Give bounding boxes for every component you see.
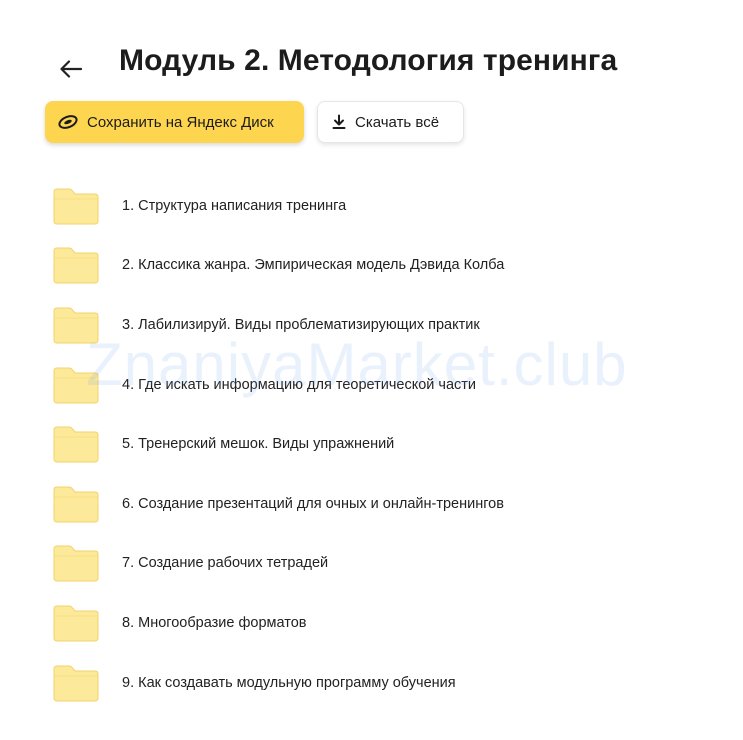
public-folder-page: Модуль 2. Методология тренинга Сохранить… (0, 0, 743, 740)
page-title: Модуль 2. Методология тренинга (119, 44, 618, 77)
folder-icon (53, 426, 99, 463)
folder-label: 3. Лабилизируй. Виды проблематизирующих … (122, 316, 480, 333)
folder-label: 4. Где искать информацию для теоретическ… (122, 376, 477, 393)
folder-icon (53, 665, 99, 702)
toolbar: Сохранить на Яндекс Диск Скачать всё (45, 101, 464, 143)
folder-item[interactable]: 2. Классика жанра. Эмпирическая модель Д… (52, 236, 504, 296)
folder-icon (53, 188, 99, 225)
folder-item[interactable]: 1. Структура написания тренинга (52, 176, 504, 236)
folder-label: 7. Создание рабочих тетрадей (122, 555, 329, 572)
folder-icon (53, 605, 99, 642)
arrow-left-icon (60, 60, 82, 78)
folder-icon (53, 367, 99, 404)
folder-item[interactable]: 3. Лабилизируй. Виды проблематизирующих … (52, 295, 504, 355)
folder-icon (53, 307, 99, 344)
folder-item[interactable]: 8. Многообразие форматов (52, 593, 504, 653)
yandex-disk-icon (57, 114, 79, 130)
folder-icon (53, 247, 99, 284)
folder-label: 2. Классика жанра. Эмпирическая модель Д… (122, 257, 505, 274)
folder-icon (53, 545, 99, 582)
folder-item[interactable]: 5. Тренерский мешок. Виды упражнений (52, 414, 504, 474)
folder-label: 6. Создание презентаций для очных и онла… (122, 495, 504, 512)
folder-item[interactable]: 4. Где искать информацию для теоретическ… (52, 355, 504, 415)
folder-item[interactable]: 9. Как создавать модульную программу обу… (52, 653, 504, 713)
folder-label: 8. Многообразие форматов (122, 614, 307, 631)
folder-item[interactable]: 7. Создание рабочих тетрадей (52, 534, 504, 594)
folder-label: 5. Тренерский мешок. Виды упражнений (122, 436, 395, 453)
save-to-disk-button[interactable]: Сохранить на Яндекс Диск (45, 101, 304, 143)
back-button[interactable] (52, 50, 90, 88)
download-button-label: Скачать всё (355, 113, 440, 131)
save-button-label: Сохранить на Яндекс Диск (87, 113, 274, 131)
download-all-button[interactable]: Скачать всё (317, 101, 464, 143)
folder-item[interactable]: 6. Создание презентаций для очных и онла… (52, 474, 504, 534)
folder-icon (53, 486, 99, 523)
folder-list: 1. Структура написания тренинга 2. Класси… (52, 176, 504, 712)
download-icon (331, 114, 347, 130)
folder-label: 9. Как создавать модульную программу обу… (122, 674, 456, 691)
folder-label: 1. Структура написания тренинга (122, 197, 347, 214)
